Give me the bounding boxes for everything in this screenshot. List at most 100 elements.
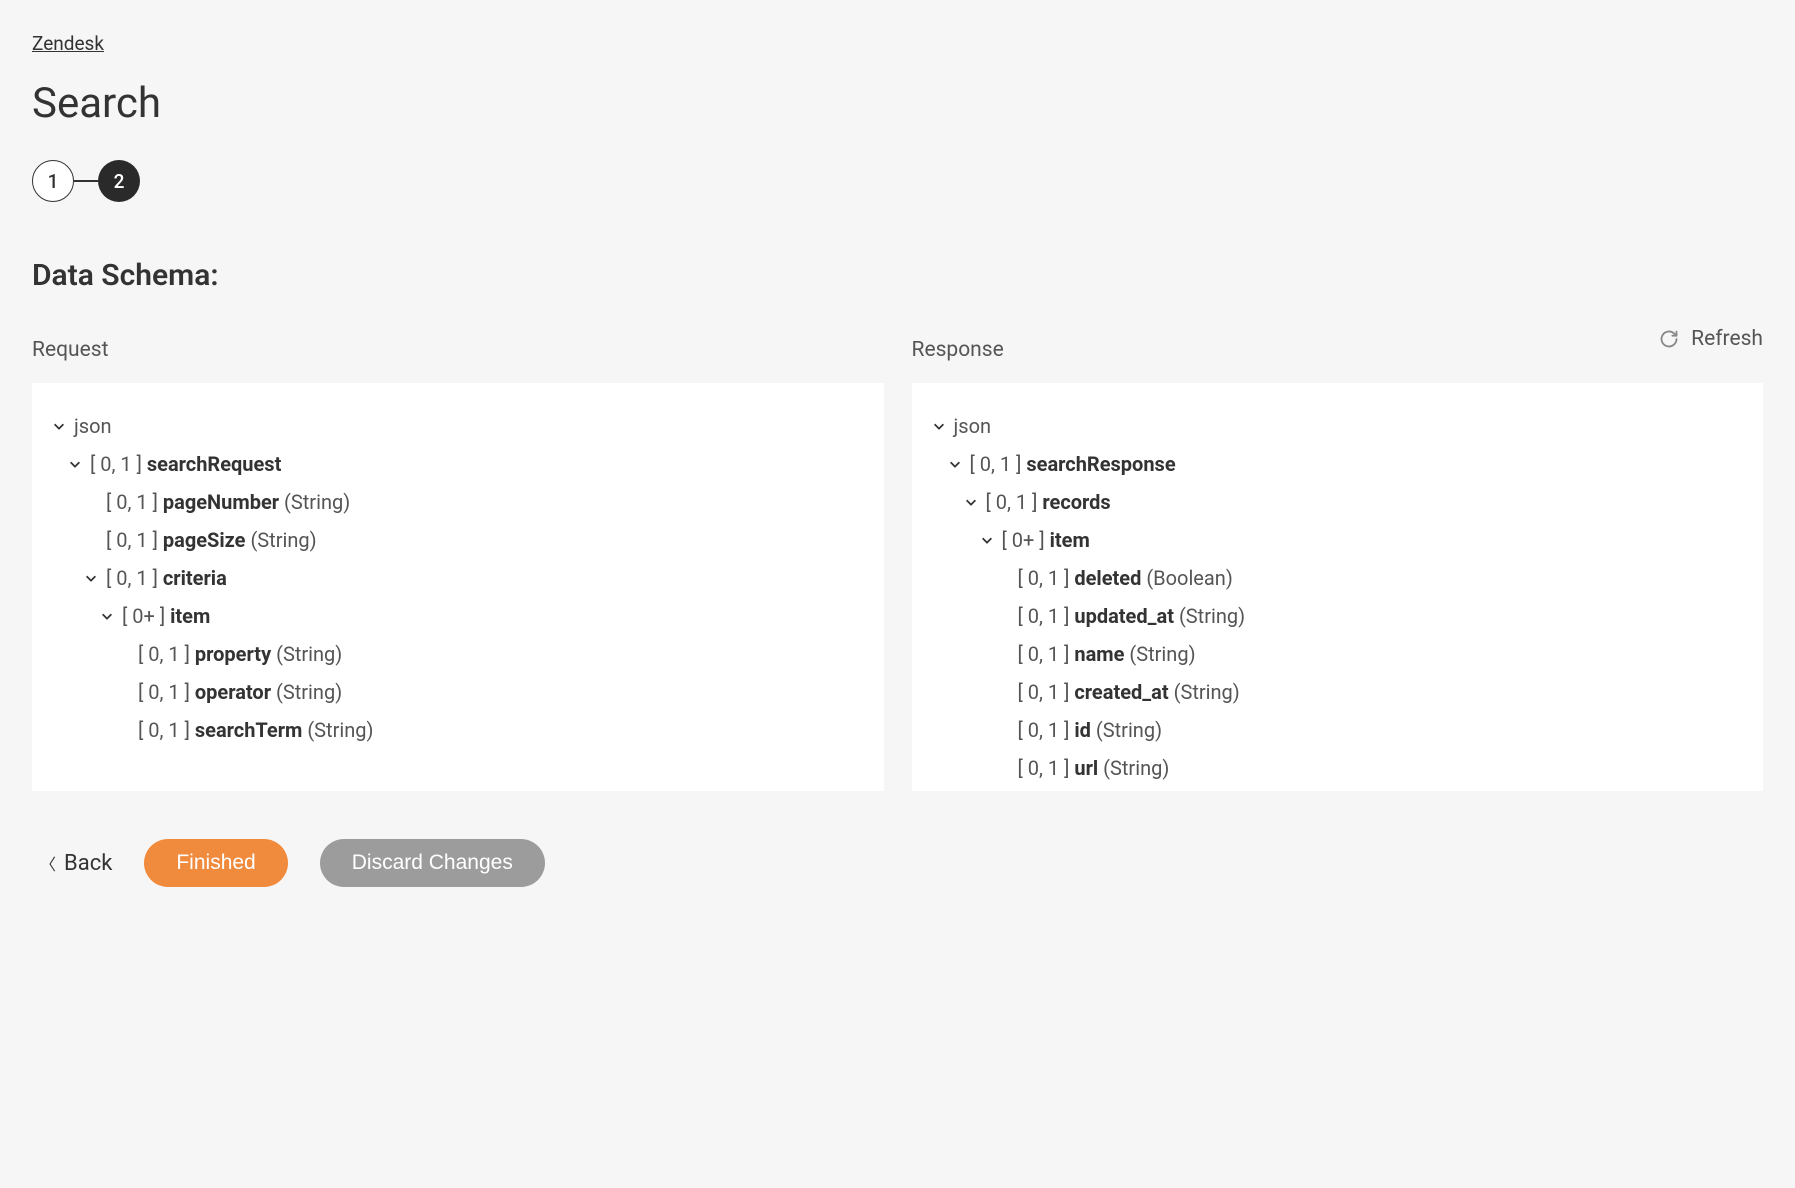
- field-type: (String): [1096, 714, 1162, 746]
- tree-row[interactable]: [ 0, 1 ] searchRequest: [50, 445, 866, 483]
- page-title: Search: [32, 79, 1763, 128]
- chevron-down-icon[interactable]: [946, 455, 964, 473]
- field-name: nextPage: [1042, 790, 1127, 791]
- stepper: 1 2: [32, 160, 1763, 202]
- field-name: pageNumber: [163, 486, 279, 518]
- step-1[interactable]: 1: [32, 160, 74, 202]
- cardinality: [ 0, 1 ]: [986, 790, 1038, 791]
- field-name: operator: [195, 676, 271, 708]
- cardinality: [ 0, 1 ]: [106, 486, 158, 518]
- request-panel: json [ 0, 1 ] searchRequest [ 0, 1 ] pag…: [32, 383, 884, 791]
- field-name: url: [1074, 752, 1098, 784]
- response-label: Response: [912, 338, 1004, 362]
- cardinality: [ 0, 1 ]: [986, 486, 1038, 518]
- field-type: (String): [307, 714, 373, 746]
- tree-row[interactable]: [ 0, 1 ] searchTerm (String): [50, 711, 866, 749]
- field-name: searchRequest: [147, 448, 281, 480]
- cardinality: [ 0, 1 ]: [1018, 752, 1070, 784]
- tree-row[interactable]: [ 0, 1 ] nextPage (String): [930, 787, 1746, 791]
- footer-actions: 〈 Back Finished Discard Changes: [32, 839, 1763, 887]
- field-type: (String): [1179, 600, 1245, 632]
- tree-row[interactable]: [ 0+ ] item: [50, 597, 866, 635]
- cardinality: [ 0+ ]: [122, 600, 165, 632]
- step-connector: [74, 180, 98, 182]
- back-label: Back: [64, 851, 112, 876]
- field-type: (String): [1103, 752, 1169, 784]
- chevron-down-icon[interactable]: [82, 569, 100, 587]
- cardinality: [ 0, 1 ]: [138, 638, 190, 670]
- tree-row[interactable]: [ 0+ ] item: [930, 521, 1746, 559]
- finished-button[interactable]: Finished: [144, 839, 287, 887]
- field-name: item: [170, 600, 210, 632]
- refresh-icon: [1659, 329, 1679, 349]
- field-name: searchResponse: [1026, 448, 1175, 480]
- tree-row[interactable]: [ 0, 1 ] operator (String): [50, 673, 866, 711]
- request-column: Request json [ 0, 1 ] searchRequest [ 0,…: [32, 335, 884, 791]
- section-title: Data Schema:: [32, 258, 1763, 293]
- cardinality: [ 0, 1 ]: [1018, 562, 1070, 594]
- field-name: item: [1050, 524, 1090, 556]
- tree-row[interactable]: [ 0, 1 ] name (String): [930, 635, 1746, 673]
- tree-row[interactable]: [ 0, 1 ] property (String): [50, 635, 866, 673]
- field-name: created_at: [1074, 676, 1168, 708]
- field-name: name: [1074, 638, 1124, 670]
- refresh-label: Refresh: [1691, 327, 1763, 351]
- field-name: pageSize: [163, 524, 246, 556]
- field-type: (String): [276, 638, 342, 670]
- tree-row[interactable]: [ 0, 1 ] created_at (String): [930, 673, 1746, 711]
- tree-row[interactable]: json: [50, 407, 866, 445]
- step-2[interactable]: 2: [98, 160, 140, 202]
- field-name: property: [195, 638, 271, 670]
- chevron-down-icon[interactable]: [50, 417, 68, 435]
- chevron-down-icon[interactable]: [930, 417, 948, 435]
- cardinality: [ 0, 1 ]: [1018, 714, 1070, 746]
- cardinality: [ 0, 1 ]: [970, 448, 1022, 480]
- field-type: (String): [276, 676, 342, 708]
- field-name: records: [1042, 486, 1110, 518]
- tree-row[interactable]: [ 0, 1 ] url (String): [930, 749, 1746, 787]
- discard-button[interactable]: Discard Changes: [320, 839, 545, 887]
- response-column: Response Refresh json [ 0, 1 ]: [912, 335, 1764, 791]
- field-type: (String): [284, 486, 350, 518]
- field-name: id: [1074, 714, 1091, 746]
- field-type: (String): [1132, 790, 1198, 791]
- cardinality: [ 0, 1 ]: [106, 562, 158, 594]
- cardinality: [ 0, 1 ]: [138, 714, 190, 746]
- cardinality: [ 0, 1 ]: [106, 524, 158, 556]
- tree-row[interactable]: [ 0, 1 ] updated_at (String): [930, 597, 1746, 635]
- tree-row[interactable]: [ 0, 1 ] searchResponse: [930, 445, 1746, 483]
- tree-row[interactable]: json: [930, 407, 1746, 445]
- cardinality: [ 0, 1 ]: [1018, 638, 1070, 670]
- field-name: criteria: [163, 562, 227, 594]
- chevron-down-icon[interactable]: [962, 493, 980, 511]
- response-panel: json [ 0, 1 ] searchResponse [ 0, 1 ] re…: [912, 383, 1764, 791]
- refresh-button[interactable]: Refresh: [1659, 327, 1763, 351]
- cardinality: [ 0, 1 ]: [90, 448, 142, 480]
- tree-row[interactable]: [ 0, 1 ] pageNumber (String): [50, 483, 866, 521]
- tree-row[interactable]: [ 0, 1 ] records: [930, 483, 1746, 521]
- breadcrumb-link[interactable]: Zendesk: [32, 32, 104, 55]
- chevron-left-icon: 〈: [40, 851, 56, 875]
- field-type: (String): [1129, 638, 1195, 670]
- field-type: (String): [1174, 676, 1240, 708]
- cardinality: [ 0, 1 ]: [1018, 600, 1070, 632]
- tree-row[interactable]: [ 0, 1 ] pageSize (String): [50, 521, 866, 559]
- tree-row[interactable]: [ 0, 1 ] deleted (Boolean): [930, 559, 1746, 597]
- tree-root-label: json: [954, 410, 992, 442]
- chevron-down-icon[interactable]: [978, 531, 996, 549]
- field-type: (Boolean): [1146, 562, 1232, 594]
- field-name: deleted: [1074, 562, 1141, 594]
- tree-row[interactable]: [ 0, 1 ] criteria: [50, 559, 866, 597]
- tree-root-label: json: [74, 410, 112, 442]
- field-type: (String): [250, 524, 316, 556]
- chevron-down-icon[interactable]: [66, 455, 84, 473]
- chevron-down-icon[interactable]: [98, 607, 116, 625]
- back-button[interactable]: 〈 Back: [40, 851, 112, 876]
- field-name: searchTerm: [195, 714, 302, 746]
- cardinality: [ 0+ ]: [1002, 524, 1045, 556]
- cardinality: [ 0, 1 ]: [138, 676, 190, 708]
- cardinality: [ 0, 1 ]: [1018, 676, 1070, 708]
- request-label: Request: [32, 338, 108, 362]
- schema-container: Request json [ 0, 1 ] searchRequest [ 0,…: [32, 335, 1763, 791]
- tree-row[interactable]: [ 0, 1 ] id (String): [930, 711, 1746, 749]
